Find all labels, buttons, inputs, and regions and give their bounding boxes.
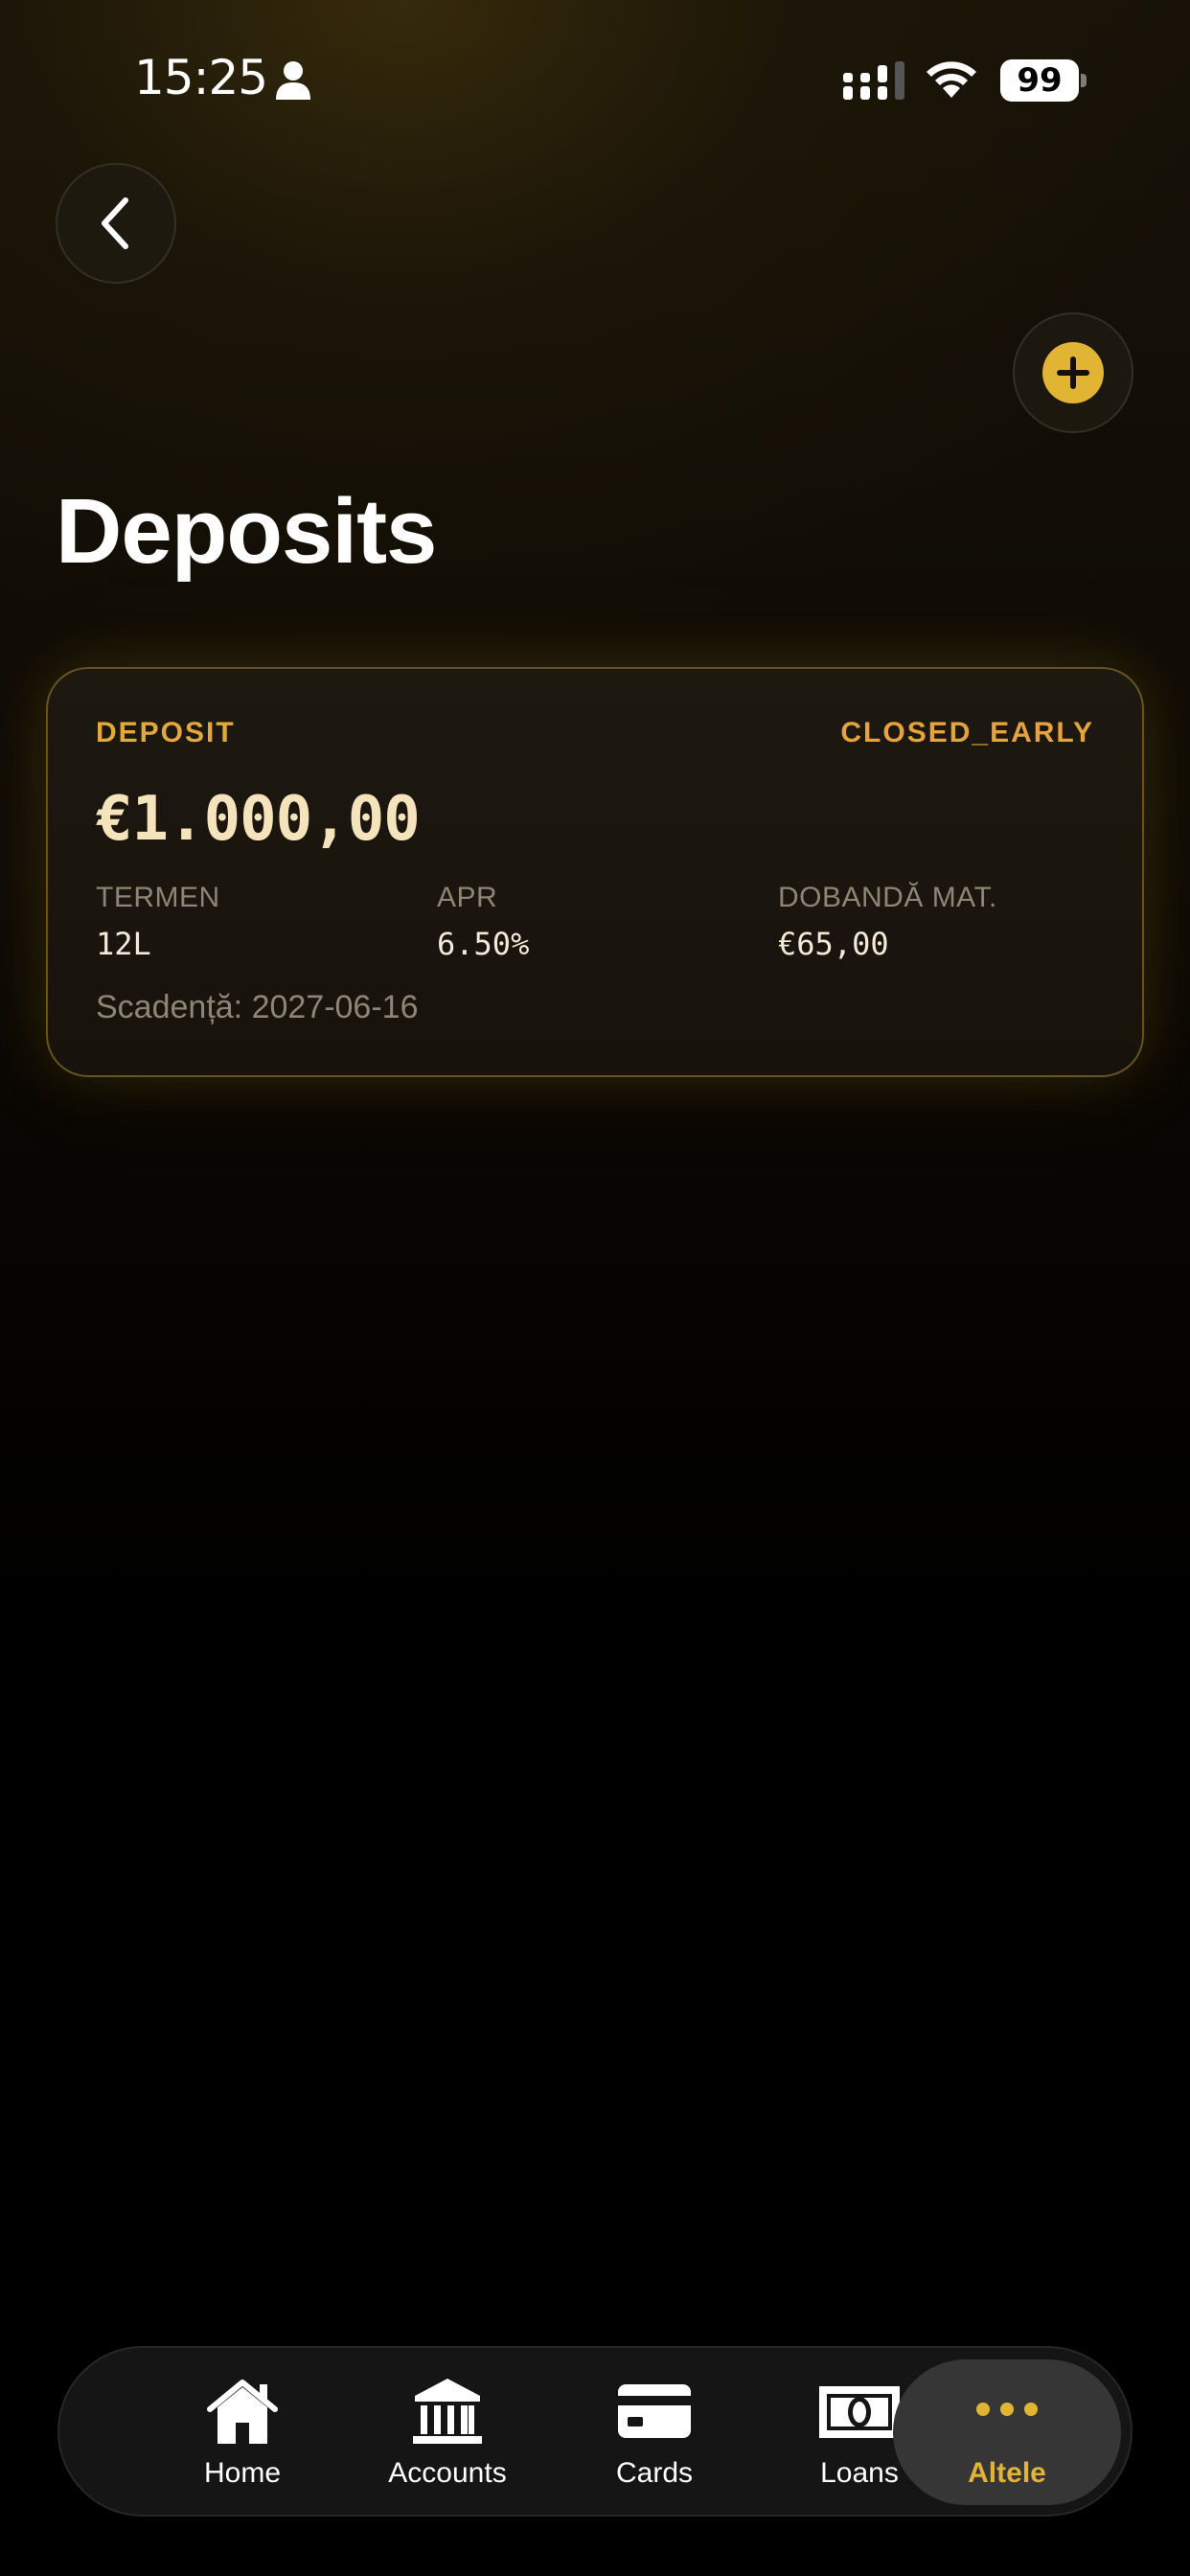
tab-accounts-label: Accounts: [388, 2457, 507, 2489]
interest-label: DOBANDĂ MAT.: [778, 882, 997, 913]
tab-accounts[interactable]: Accounts: [347, 2348, 548, 2518]
term-value: 12L: [96, 926, 151, 962]
battery-tip: [1081, 74, 1087, 87]
interest-stat: DOBANDĂ MAT. €65,00: [778, 882, 997, 962]
tab-bar: Home Accounts Cards Loans Altele: [57, 2346, 1133, 2517]
term-stat: TERMEN 12L: [96, 882, 220, 962]
tab-more-label: Altele: [968, 2457, 1046, 2489]
credit-card-icon: [618, 2384, 691, 2438]
wifi-icon: [927, 61, 976, 98]
tab-more[interactable]: Altele: [893, 2359, 1121, 2505]
plus-circle-icon: [1042, 342, 1104, 403]
chevron-left-icon: [102, 197, 128, 249]
battery-level: 99: [1000, 59, 1079, 102]
banknote-icon: [819, 2386, 900, 2438]
add-deposit-button[interactable]: [1013, 312, 1133, 433]
deposit-amount: €1.000,00: [96, 784, 421, 855]
deposit-type: DEPOSIT: [96, 717, 236, 748]
bank-icon: [413, 2379, 482, 2444]
page-title: Deposits: [56, 480, 437, 583]
deposits-screen: 15:25 99 Deposits DEPOSIT CLOSED_EARLY €…: [0, 0, 1190, 2576]
term-label: TERMEN: [96, 882, 220, 913]
apr-value: 6.50%: [437, 926, 530, 962]
tab-cards-label: Cards: [615, 2457, 694, 2489]
more-dots-icon: [976, 2403, 1038, 2416]
tab-home-label: Home: [203, 2457, 282, 2489]
home-icon: [207, 2380, 278, 2444]
status-badge: CLOSED_EARLY: [840, 717, 1094, 748]
apr-stat: APR 6.50%: [437, 882, 529, 962]
tab-cards[interactable]: Cards: [554, 2348, 755, 2518]
deposit-card[interactable]: DEPOSIT CLOSED_EARLY €1.000,00 TERMEN 12…: [46, 667, 1144, 1077]
battery-icon: 99: [1000, 59, 1087, 102]
apr-label: APR: [437, 882, 498, 913]
back-button[interactable]: [56, 163, 176, 284]
maturity-date: Scadență: 2027-06-16: [96, 989, 419, 1025]
interest-value: €65,00: [778, 926, 889, 962]
person-icon: [276, 61, 310, 100]
tab-home[interactable]: Home: [142, 2348, 343, 2518]
cellular-signal-icon: [843, 61, 904, 100]
status-time: 15:25: [134, 50, 268, 105]
